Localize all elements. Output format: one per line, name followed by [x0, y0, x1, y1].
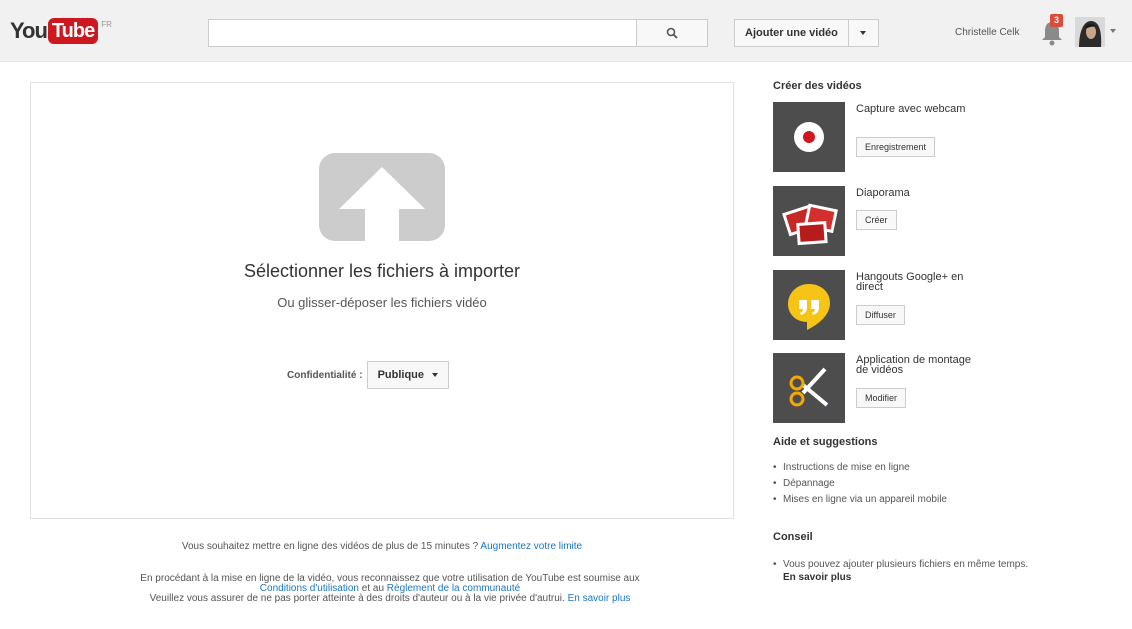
- copyright-notice-text: Veuillez vous assurer de ne pas porter a…: [149, 593, 565, 604]
- webcam-title: Capture avec webcam: [856, 103, 966, 115]
- upload-arrow-icon[interactable]: [319, 153, 445, 241]
- create-item-hangouts: Hangouts Google+ en direct Diffuser: [773, 270, 1113, 340]
- create-item-slideshow: Diaporama Créer: [773, 186, 1113, 256]
- youtube-logo[interactable]: You Tube FR: [10, 18, 112, 44]
- help-item-troubleshooting[interactable]: Dépannage: [773, 476, 947, 492]
- avatar[interactable]: [1075, 17, 1105, 47]
- user-avatar-image: [1075, 17, 1105, 47]
- long-video-text: Vous souhaitez mettre en ligne des vidéo…: [181, 541, 479, 552]
- masthead: You Tube FR Ajouter une vidéo Christelle…: [0, 0, 1132, 62]
- learn-more-link[interactable]: En savoir plus: [568, 593, 631, 604]
- upload-video-button[interactable]: Ajouter une vidéo: [734, 19, 849, 47]
- privacy-value: Publique: [377, 369, 425, 381]
- webcam-thumbnail[interactable]: [773, 102, 845, 172]
- create-slideshow-button[interactable]: Créer: [856, 210, 897, 230]
- create-item-editor: Application de montage de vidéos Modifie…: [773, 353, 1113, 423]
- create-videos-heading: Créer des vidéos: [773, 80, 862, 92]
- slideshow-title: Diaporama: [856, 187, 910, 199]
- search-bar: [208, 19, 708, 47]
- tip-item: Vous pouvez ajouter plusieurs fichiers e…: [773, 558, 1043, 584]
- help-item-instructions[interactable]: Instructions de mise en ligne: [773, 460, 947, 476]
- tip-heading: Conseil: [773, 531, 813, 543]
- broadcast-button[interactable]: Diffuser: [856, 305, 905, 325]
- chevron-down-icon: [432, 373, 439, 377]
- upload-button-group: Ajouter une vidéo: [734, 19, 879, 47]
- chevron-down-icon: [860, 31, 867, 35]
- select-files-title[interactable]: Sélectionner les fichiers à importer: [31, 261, 733, 282]
- search-input[interactable]: [208, 19, 636, 47]
- terms-line-3: Veuillez vous assurer de ne pas porter a…: [60, 594, 720, 604]
- hangouts-icon: [788, 284, 830, 330]
- create-item-webcam: Capture avec webcam Enregistrement: [773, 102, 1113, 172]
- search-button[interactable]: [636, 19, 708, 47]
- editor-thumbnail[interactable]: [773, 353, 845, 423]
- logo-region-label: FR: [101, 20, 112, 29]
- drag-drop-hint: Ou glisser-déposer les fichiers vidéo: [277, 295, 487, 310]
- long-video-notice: Vous souhaitez mettre en ligne des vidéo…: [30, 541, 734, 552]
- account-menu-caret-icon[interactable]: [1110, 29, 1116, 33]
- terms-notice: En procédant à la mise en ligne de la vi…: [60, 574, 720, 604]
- notification-count-badge: 3: [1050, 14, 1063, 27]
- privacy-setting: Confidentialité : Publique: [287, 361, 450, 389]
- hangouts-title: Hangouts Google+ en direct: [856, 271, 964, 293]
- user-name[interactable]: Christelle Celk: [955, 27, 1019, 38]
- tip-text: Vous pouvez ajouter plusieurs fichiers e…: [783, 559, 1029, 570]
- help-list: Instructions de mise en ligne Dépannage …: [773, 460, 947, 508]
- record-icon: [794, 122, 824, 152]
- logo-you-text: You: [10, 18, 48, 43]
- edit-button[interactable]: Modifier: [856, 388, 907, 408]
- tip-learn-more-link[interactable]: En savoir plus: [783, 572, 851, 583]
- logo-tube-text: Tube: [47, 18, 99, 44]
- photos-icon: [782, 203, 838, 246]
- privacy-dropdown[interactable]: Publique: [366, 361, 450, 389]
- hangouts-thumbnail[interactable]: [773, 270, 845, 340]
- editor-title: Application de montage de vidéos: [856, 354, 971, 376]
- help-item-mobile[interactable]: Mises en ligne via un appareil mobile: [773, 492, 947, 508]
- privacy-label: Confidentialité :: [287, 369, 363, 381]
- search-icon: [666, 27, 678, 39]
- help-heading: Aide et suggestions: [773, 436, 878, 448]
- upload-drop-zone[interactable]: Sélectionner les fichiers à importer Ou …: [30, 82, 734, 519]
- increase-limit-link[interactable]: Augmentez votre limite: [480, 541, 582, 552]
- record-button[interactable]: Enregistrement: [856, 137, 936, 157]
- scissors-icon: [789, 367, 829, 407]
- slideshow-thumbnail[interactable]: [773, 186, 845, 256]
- upload-menu-dropdown[interactable]: [848, 19, 879, 47]
